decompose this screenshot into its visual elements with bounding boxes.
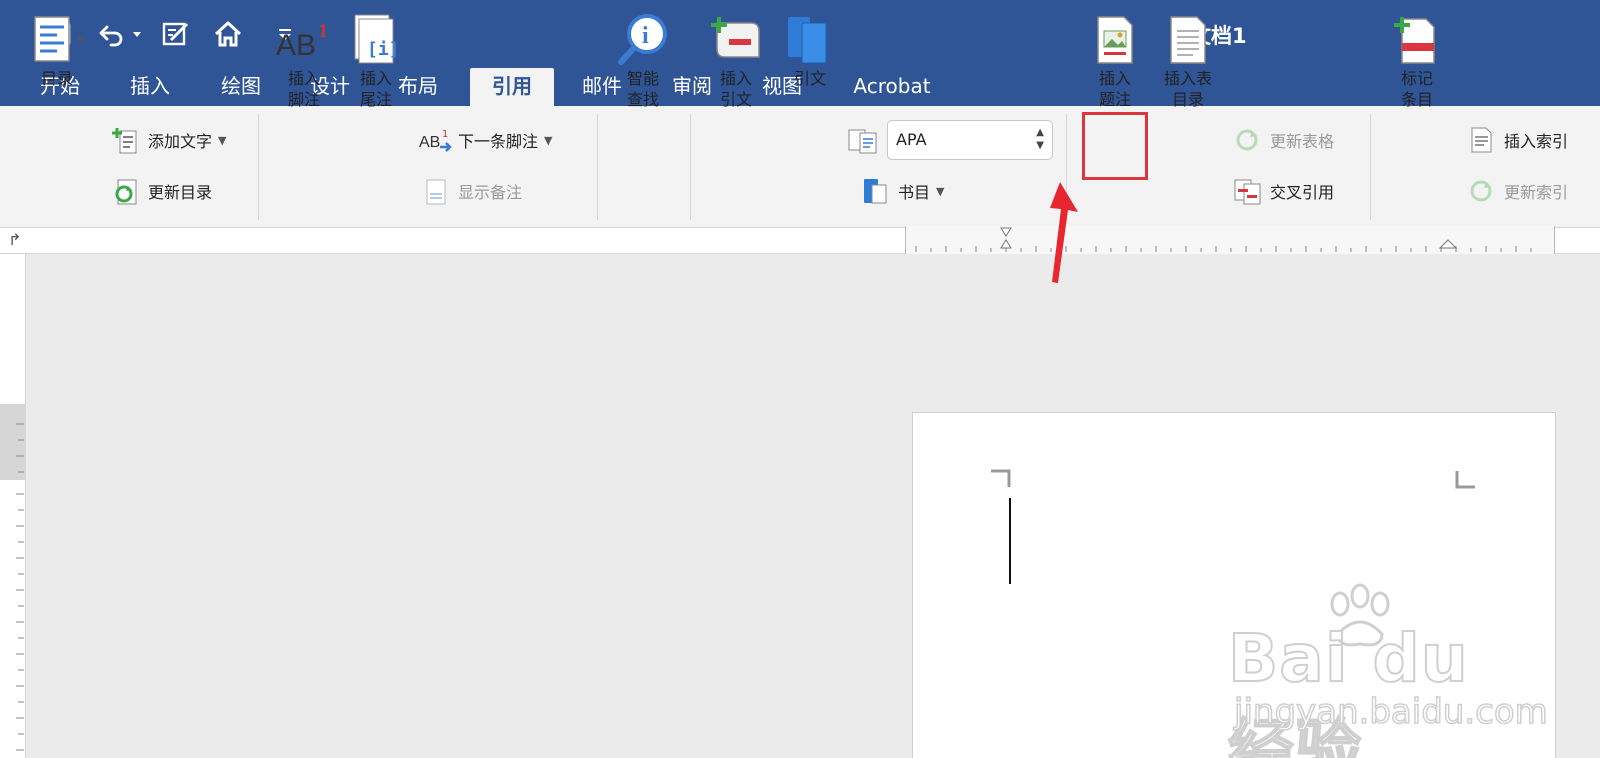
insert-citation-label: 插入 引文 (719, 69, 752, 109)
manage-sources-icon[interactable] (846, 124, 886, 156)
ribbon (0, 106, 1600, 228)
next-footnote-label: 下一条脚注 (458, 132, 539, 151)
edit-document-icon[interactable] (158, 14, 194, 54)
smart-lookup-button[interactable]: i 智能 查找 (610, 12, 676, 110)
insert-footnote-button[interactable]: AB 1 插入 脚注 (272, 12, 336, 110)
insert-caption-icon (1082, 12, 1148, 68)
mark-entry-icon (1384, 12, 1450, 68)
table-of-contents-icon (18, 12, 96, 68)
document-page[interactable] (912, 412, 1556, 758)
citation-style-value: APA (896, 130, 927, 149)
chevron-down-icon: ▼ (936, 184, 945, 198)
insert-table-of-figures-label: 插入表 目录 (1163, 69, 1212, 109)
update-toc-button[interactable]: 更新目录 (108, 175, 212, 207)
next-footnote-button[interactable]: AB 1 下一条脚注 ▼ (418, 124, 552, 156)
smart-lookup-label: 智能 查找 (626, 69, 659, 109)
cross-reference-button[interactable]: 交叉引用 (1230, 175, 1334, 207)
tab-stop-icon[interactable]: ↱ (8, 230, 21, 249)
group-separator (258, 114, 259, 220)
tab-references[interactable]: 引用 (470, 68, 554, 106)
tab-insert[interactable]: 插入 (114, 68, 186, 106)
table-of-contents-button[interactable]: 目录 (18, 12, 96, 89)
citations-label: 引文 (793, 69, 826, 88)
add-text-icon (108, 124, 142, 156)
bibliography-icon (858, 175, 892, 207)
svg-text:AB: AB (419, 134, 440, 151)
show-notes-label: 显示备注 (458, 183, 523, 202)
text-cursor (1009, 498, 1011, 584)
citation-style-select[interactable]: APA ▲ ▼ (887, 120, 1053, 160)
svg-text:AB: AB (276, 29, 316, 62)
tab-acrobat[interactable]: Acrobat (842, 68, 942, 106)
citations-button[interactable]: 引文 (780, 12, 840, 89)
bibliography-button[interactable]: 书目 ▼ (858, 175, 944, 207)
group-separator (690, 114, 691, 220)
insert-index-icon (1464, 124, 1498, 156)
next-footnote-icon: AB 1 (418, 124, 452, 156)
footnote-icon: AB 1 (272, 12, 336, 68)
table-of-figures-icon (1152, 12, 1224, 68)
undo-icon[interactable] (92, 14, 146, 54)
update-table-button[interactable]: 更新表格 (1230, 124, 1334, 156)
insert-caption-highlight (1082, 112, 1148, 180)
insert-table-of-figures-button[interactable]: 插入表 目录 (1152, 12, 1224, 110)
insert-endnote-button[interactable]: [i] 插入 尾注 (344, 12, 408, 110)
insert-citation-button[interactable]: 插入 引文 (702, 12, 770, 110)
update-table-icon (1230, 124, 1264, 156)
show-notes-icon (418, 175, 452, 207)
red-arrow-annotation (1050, 182, 1078, 283)
home-icon[interactable] (210, 14, 246, 54)
chevron-down-icon: ▼ (544, 133, 553, 147)
add-text-label: 添加文字 (148, 132, 213, 151)
smart-lookup-icon: i (610, 12, 676, 68)
mark-entry-button[interactable]: 标记 条目 (1384, 12, 1450, 110)
svg-text:i: i (642, 23, 649, 49)
endnote-icon: [i] (344, 12, 408, 68)
update-index-button[interactable]: 更新索引 (1464, 175, 1568, 207)
insert-caption-button[interactable]: 插入 题注 (1082, 12, 1148, 110)
svg-text:1: 1 (318, 20, 328, 42)
update-index-label: 更新索引 (1504, 183, 1569, 202)
update-icon (108, 175, 142, 207)
update-table-label: 更新表格 (1270, 132, 1335, 151)
chevron-down-icon: ▼ (218, 133, 227, 147)
svg-text:[i]: [i] (367, 39, 400, 60)
tab-draw[interactable]: 绘图 (205, 68, 277, 106)
mark-entry-label: 标记 条目 (1400, 69, 1433, 109)
insert-footnote-label: 插入 脚注 (287, 69, 320, 109)
vertical-ruler[interactable] (0, 254, 26, 758)
insert-index-label: 插入索引 (1504, 132, 1569, 151)
toc-label: 目录 (40, 69, 73, 88)
insert-caption-label: 插入 题注 (1098, 69, 1131, 109)
insert-endnote-label: 插入 尾注 (359, 69, 392, 109)
cross-reference-label: 交叉引用 (1270, 183, 1335, 202)
books-icon (780, 12, 840, 68)
svg-text:1: 1 (442, 129, 448, 140)
bibliography-label: 书目 (898, 183, 931, 202)
insert-citation-icon (702, 12, 770, 68)
update-index-icon (1464, 175, 1498, 207)
show-notes-button[interactable]: 显示备注 (418, 175, 522, 207)
horizontal-ruler[interactable] (905, 226, 1555, 254)
cross-reference-icon (1230, 175, 1264, 207)
insert-index-button[interactable]: 插入索引 (1464, 124, 1568, 156)
update-toc-label: 更新目录 (148, 183, 213, 202)
group-separator (1370, 114, 1371, 220)
manage-sources-glyph (846, 124, 880, 156)
stepper-arrows-icon: ▲ ▼ (1036, 127, 1044, 151)
group-separator (597, 114, 598, 220)
add-text-button[interactable]: 添加文字 ▼ (108, 124, 226, 156)
